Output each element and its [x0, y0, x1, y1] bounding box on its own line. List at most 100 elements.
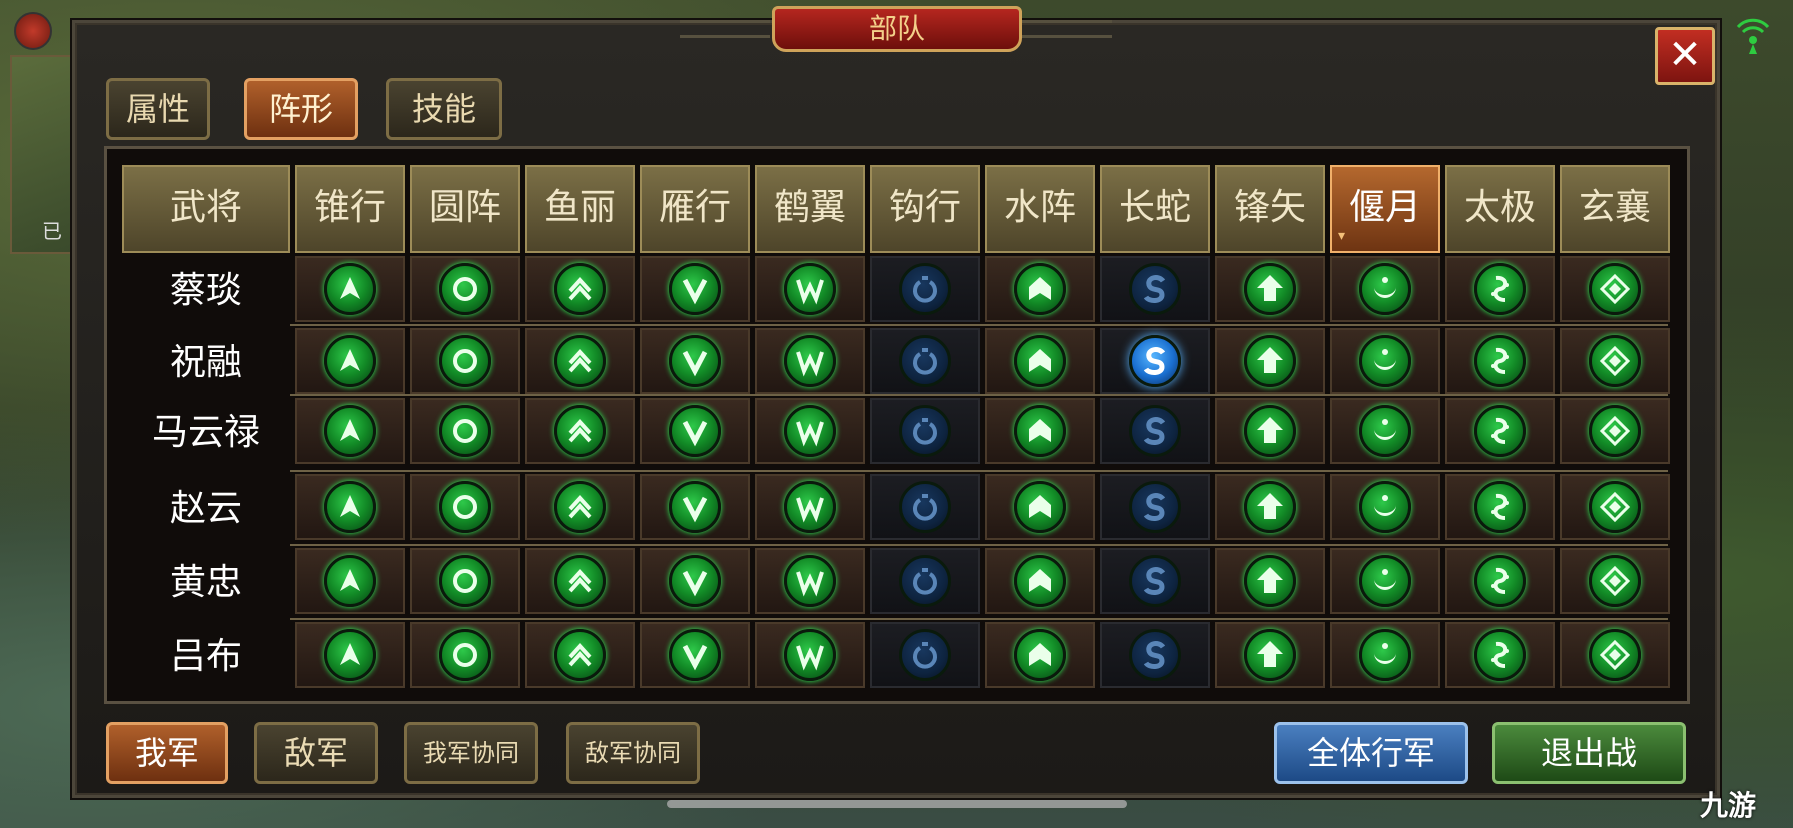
formation-cell[interactable]	[525, 256, 635, 322]
formation-cell[interactable]	[640, 398, 750, 464]
my-army-button[interactable]: 我军	[106, 722, 228, 784]
formation-cell[interactable]	[1445, 256, 1555, 322]
march-all-button[interactable]: 全体行军	[1274, 722, 1468, 784]
my-coop-button[interactable]: 我军协同	[404, 722, 538, 784]
formation-cell[interactable]	[755, 256, 865, 322]
formation-cell[interactable]	[640, 328, 750, 394]
formation-cell[interactable]	[410, 398, 520, 464]
formation-cell[interactable]	[755, 398, 865, 464]
formation-cell[interactable]	[1445, 548, 1555, 614]
header-formation[interactable]: 钩行	[870, 165, 980, 253]
formation-cell[interactable]	[1560, 622, 1670, 688]
formation-cell[interactable]	[870, 256, 980, 322]
formation-cell[interactable]	[525, 328, 635, 394]
header-formation[interactable]: ▾ 偃月	[1330, 165, 1440, 253]
formation-cell[interactable]	[1560, 474, 1670, 540]
close-button[interactable]: ✕	[1655, 27, 1715, 85]
formation-cell[interactable]	[1215, 548, 1325, 614]
formation-cell[interactable]	[985, 474, 1095, 540]
formation-cell[interactable]	[410, 328, 520, 394]
formation-cell[interactable]	[1100, 548, 1210, 614]
formation-cell[interactable]	[985, 256, 1095, 322]
formation-cell[interactable]	[1215, 474, 1325, 540]
formation-cell[interactable]	[410, 256, 520, 322]
formation-cell[interactable]	[295, 328, 405, 394]
formation-cell[interactable]	[755, 622, 865, 688]
formation-cell[interactable]	[1100, 328, 1210, 394]
formation-cell[interactable]	[755, 474, 865, 540]
formation-cell[interactable]	[1330, 256, 1440, 322]
header-formation[interactable]: 长蛇	[1100, 165, 1210, 253]
header-formation[interactable]: 水阵	[985, 165, 1095, 253]
header-formation[interactable]: 太极	[1445, 165, 1555, 253]
formation-cell[interactable]	[1560, 256, 1670, 322]
double-chevron-icon	[554, 263, 606, 315]
formation-cell[interactable]	[870, 398, 980, 464]
formation-cell[interactable]	[295, 548, 405, 614]
formation-cell[interactable]	[1100, 474, 1210, 540]
formation-cell[interactable]	[295, 474, 405, 540]
formation-cell[interactable]	[640, 256, 750, 322]
formation-cell[interactable]	[640, 474, 750, 540]
enemy-army-button[interactable]: 敌军	[254, 722, 378, 784]
exit-battle-button[interactable]: 退出战	[1492, 722, 1686, 784]
v-icon	[669, 263, 721, 315]
formation-cell[interactable]	[1100, 622, 1210, 688]
formation-cell[interactable]	[1215, 256, 1325, 322]
formation-cell[interactable]	[870, 622, 980, 688]
formation-cell[interactable]	[755, 548, 865, 614]
formation-cell[interactable]	[410, 622, 520, 688]
formation-cell[interactable]	[1100, 256, 1210, 322]
formation-cell[interactable]	[1445, 328, 1555, 394]
formation-cell[interactable]	[1330, 398, 1440, 464]
formation-cell[interactable]	[525, 548, 635, 614]
header-formation[interactable]: 圆阵	[410, 165, 520, 253]
formation-cell[interactable]	[870, 328, 980, 394]
formation-cell[interactable]	[1215, 622, 1325, 688]
formation-cell[interactable]	[295, 398, 405, 464]
formation-cell[interactable]	[1330, 328, 1440, 394]
header-formation[interactable]: 鹤翼	[755, 165, 865, 253]
tab-formation[interactable]: 阵形	[244, 78, 358, 140]
formation-cell[interactable]	[1215, 398, 1325, 464]
header-formation[interactable]: 锥行	[295, 165, 405, 253]
formation-cell[interactable]	[870, 474, 980, 540]
header-formation[interactable]: 雁行	[640, 165, 750, 253]
formation-cell[interactable]	[1330, 548, 1440, 614]
formation-cell[interactable]	[985, 622, 1095, 688]
formation-cell[interactable]	[1215, 328, 1325, 394]
formation-cell[interactable]	[410, 474, 520, 540]
tab-attributes[interactable]: 属性	[106, 78, 210, 140]
tab-skills[interactable]: 技能	[386, 78, 502, 140]
formation-cell[interactable]	[1445, 622, 1555, 688]
formation-cell[interactable]	[295, 622, 405, 688]
formation-cell[interactable]	[755, 328, 865, 394]
header-formation[interactable]: 玄襄	[1560, 165, 1670, 253]
double-chevron-icon	[554, 405, 606, 457]
header-formation[interactable]: 锋矢	[1215, 165, 1325, 253]
formation-cell[interactable]	[525, 622, 635, 688]
formation-cell[interactable]	[1330, 622, 1440, 688]
enemy-coop-button[interactable]: 敌军协同	[566, 722, 700, 784]
formation-cell[interactable]	[870, 548, 980, 614]
v-icon	[669, 335, 721, 387]
formation-cell[interactable]	[410, 548, 520, 614]
formation-cell[interactable]	[985, 548, 1095, 614]
formation-cell[interactable]	[985, 328, 1095, 394]
formation-cell[interactable]	[985, 398, 1095, 464]
formation-cell[interactable]	[640, 548, 750, 614]
formation-cell[interactable]	[1445, 474, 1555, 540]
formation-cell[interactable]	[640, 622, 750, 688]
formation-cell[interactable]	[1560, 398, 1670, 464]
formation-cell[interactable]	[1560, 328, 1670, 394]
formation-cell[interactable]	[525, 398, 635, 464]
header-formation[interactable]: 鱼丽	[525, 165, 635, 253]
formation-cell[interactable]	[1560, 548, 1670, 614]
map-corner-button[interactable]	[14, 12, 52, 50]
formation-cell[interactable]	[1445, 398, 1555, 464]
scrollbar[interactable]	[667, 800, 1127, 808]
formation-cell[interactable]	[525, 474, 635, 540]
formation-cell[interactable]	[1330, 474, 1440, 540]
formation-cell[interactable]	[295, 256, 405, 322]
formation-cell[interactable]	[1100, 398, 1210, 464]
